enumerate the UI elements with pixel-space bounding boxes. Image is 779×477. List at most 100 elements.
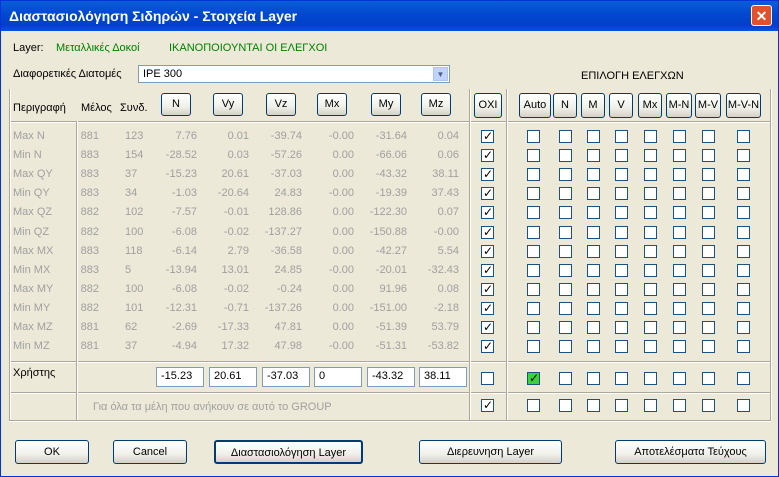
check-checkbox[interactable] xyxy=(615,301,628,315)
check-checkbox[interactable] xyxy=(737,340,750,354)
group-check-checkbox[interactable] xyxy=(587,399,600,412)
user-value-input[interactable]: -37.03 xyxy=(262,367,310,387)
user-check-checkbox[interactable] xyxy=(702,372,715,385)
check-checkbox[interactable] xyxy=(644,263,657,277)
check-checkbox[interactable] xyxy=(559,244,572,258)
check-checkbox[interactable] xyxy=(737,263,750,277)
user-check-checkbox[interactable] xyxy=(587,372,600,385)
check-checkbox[interactable] xyxy=(527,149,540,163)
check-checkbox[interactable] xyxy=(527,130,540,143)
check-button-6[interactable]: M-V xyxy=(695,93,721,118)
check-checkbox[interactable] xyxy=(527,282,540,296)
check-checkbox[interactable] xyxy=(615,225,628,239)
check-checkbox[interactable] xyxy=(559,263,572,277)
cancel-button[interactable]: Cancel xyxy=(113,440,187,464)
check-checkbox[interactable] xyxy=(737,187,750,201)
check-checkbox[interactable] xyxy=(644,225,657,239)
oxi-checkbox[interactable] xyxy=(481,339,494,354)
title-bar[interactable]: Διαστασιολόγηση Σιδηρών - Στοιχεία Layer… xyxy=(1,1,778,31)
check-checkbox[interactable] xyxy=(737,225,750,239)
check-checkbox[interactable] xyxy=(615,187,628,201)
oxi-checkbox[interactable] xyxy=(481,244,494,258)
check-checkbox[interactable] xyxy=(559,340,572,354)
user-check-checkbox[interactable] xyxy=(527,371,540,385)
results-button[interactable]: Αποτελέσματα Τεύχους xyxy=(615,440,766,464)
oxi-checkbox[interactable] xyxy=(481,282,494,296)
oxi-checkbox[interactable] xyxy=(481,167,494,182)
check-checkbox[interactable] xyxy=(644,168,657,182)
sort-button-5[interactable]: Mz xyxy=(421,93,451,116)
oxi-button[interactable]: ΟΧΙ xyxy=(474,93,502,118)
user-oxi-checkbox[interactable] xyxy=(481,372,494,385)
check-button-4[interactable]: Mx xyxy=(638,93,662,118)
oxi-checkbox[interactable] xyxy=(481,148,494,163)
check-checkbox[interactable] xyxy=(702,244,715,258)
close-icon[interactable]: ✕ xyxy=(751,5,772,26)
check-checkbox[interactable] xyxy=(587,206,600,220)
check-checkbox[interactable] xyxy=(673,301,686,315)
check-checkbox[interactable] xyxy=(615,130,628,143)
check-checkbox[interactable] xyxy=(673,206,686,220)
sort-button-0[interactable]: N xyxy=(161,93,191,116)
check-checkbox[interactable] xyxy=(702,206,715,220)
check-checkbox[interactable] xyxy=(587,244,600,258)
group-oxi-checkbox[interactable] xyxy=(481,398,494,412)
check-checkbox[interactable] xyxy=(737,149,750,163)
check-checkbox[interactable] xyxy=(644,244,657,258)
check-checkbox[interactable] xyxy=(673,340,686,354)
check-checkbox[interactable] xyxy=(559,282,572,296)
check-checkbox[interactable] xyxy=(737,301,750,315)
check-checkbox[interactable] xyxy=(527,321,540,334)
check-checkbox[interactable] xyxy=(702,225,715,239)
group-check-checkbox[interactable] xyxy=(527,399,540,412)
check-checkbox[interactable] xyxy=(673,225,686,239)
group-check-checkbox[interactable] xyxy=(644,399,657,412)
check-checkbox[interactable] xyxy=(702,263,715,277)
user-value-input[interactable]: 38.11 xyxy=(419,367,467,387)
sort-button-1[interactable]: Vy xyxy=(213,93,243,116)
check-checkbox[interactable] xyxy=(559,130,572,143)
oxi-checkbox[interactable] xyxy=(481,205,494,220)
user-check-checkbox[interactable] xyxy=(615,372,628,385)
check-checkbox[interactable] xyxy=(737,206,750,220)
user-value-input[interactable]: 0 xyxy=(314,367,362,387)
check-checkbox[interactable] xyxy=(673,263,686,277)
oxi-checkbox[interactable] xyxy=(481,186,494,201)
check-checkbox[interactable] xyxy=(702,321,715,334)
check-checkbox[interactable] xyxy=(527,244,540,258)
check-checkbox[interactable] xyxy=(587,282,600,296)
check-checkbox[interactable] xyxy=(615,206,628,220)
sort-button-3[interactable]: Mx xyxy=(317,93,347,116)
user-check-checkbox[interactable] xyxy=(644,372,657,385)
check-checkbox[interactable] xyxy=(702,187,715,201)
check-checkbox[interactable] xyxy=(587,301,600,315)
group-check-checkbox[interactable] xyxy=(702,399,715,412)
group-check-checkbox[interactable] xyxy=(737,399,750,412)
check-button-5[interactable]: M-N xyxy=(666,93,692,118)
check-checkbox[interactable] xyxy=(737,321,750,334)
sort-button-4[interactable]: My xyxy=(371,93,401,116)
check-checkbox[interactable] xyxy=(702,130,715,143)
check-checkbox[interactable] xyxy=(644,130,657,143)
check-checkbox[interactable] xyxy=(587,168,600,182)
oxi-checkbox[interactable] xyxy=(481,301,494,315)
check-checkbox[interactable] xyxy=(527,168,540,182)
check-checkbox[interactable] xyxy=(673,282,686,296)
check-checkbox[interactable] xyxy=(587,149,600,163)
check-button-7[interactable]: M-V-N xyxy=(726,93,761,118)
check-checkbox[interactable] xyxy=(673,187,686,201)
check-checkbox[interactable] xyxy=(559,225,572,239)
check-checkbox[interactable] xyxy=(673,130,686,143)
check-checkbox[interactable] xyxy=(559,168,572,182)
check-checkbox[interactable] xyxy=(615,340,628,354)
check-checkbox[interactable] xyxy=(559,301,572,315)
check-checkbox[interactable] xyxy=(587,225,600,239)
check-checkbox[interactable] xyxy=(559,321,572,334)
check-checkbox[interactable] xyxy=(527,301,540,315)
group-check-checkbox[interactable] xyxy=(615,399,628,412)
check-checkbox[interactable] xyxy=(702,168,715,182)
check-checkbox[interactable] xyxy=(587,321,600,334)
check-checkbox[interactable] xyxy=(673,168,686,182)
check-checkbox[interactable] xyxy=(702,301,715,315)
check-checkbox[interactable] xyxy=(702,340,715,354)
